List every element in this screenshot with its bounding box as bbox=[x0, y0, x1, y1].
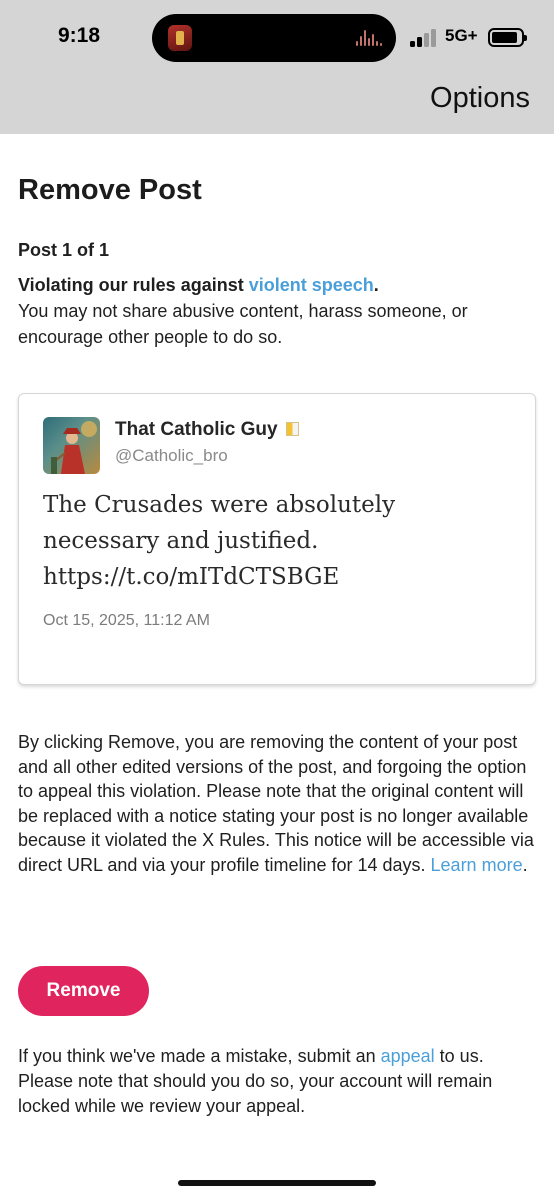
cellular-signal-icon bbox=[410, 29, 438, 47]
status-bar: 9:18 5G+ Options bbox=[0, 0, 554, 134]
learn-more-link[interactable]: Learn more bbox=[431, 855, 523, 875]
post-timestamp: Oct 15, 2025, 11:12 AM bbox=[43, 612, 210, 629]
home-indicator[interactable] bbox=[178, 1180, 376, 1186]
battery-icon bbox=[488, 28, 527, 47]
status-time: 9:18 bbox=[58, 24, 101, 47]
author-name-text: That Catholic Guy bbox=[115, 419, 278, 440]
dynamic-island bbox=[152, 14, 396, 62]
author-name[interactable]: That Catholic Guy bbox=[115, 419, 299, 441]
post-count: Post 1 of 1 bbox=[18, 240, 110, 260]
violent-speech-link[interactable]: violent speech bbox=[249, 275, 374, 295]
violation-suffix: . bbox=[373, 275, 379, 295]
avatar bbox=[43, 417, 100, 474]
disclaimer-end: . bbox=[522, 854, 528, 875]
appeal-prefix: If you think we've made a mistake, submi… bbox=[18, 1046, 381, 1066]
post-text: The Crusades were absolutely necessary a… bbox=[43, 492, 396, 590]
violation-prefix: Violating our rules against bbox=[18, 275, 249, 295]
appeal-link[interactable]: appeal bbox=[381, 1046, 435, 1066]
vatican-flag-icon bbox=[285, 422, 299, 436]
violation-description: You may not share abusive content, haras… bbox=[18, 301, 468, 347]
audio-wave-icon bbox=[356, 30, 382, 46]
appeal-note: If you think we've made a mistake, submi… bbox=[18, 1044, 540, 1119]
options-button[interactable]: Options bbox=[430, 82, 530, 115]
page-title: Remove Post bbox=[18, 174, 202, 206]
author-handle[interactable]: @Catholic_bro bbox=[115, 446, 228, 466]
live-activity-app-icon bbox=[168, 25, 192, 51]
removal-disclaimer: By clicking Remove, you are removing the… bbox=[18, 730, 540, 877]
violation-notice: Violating our rules against violent spee… bbox=[18, 272, 542, 350]
remove-button[interactable]: Remove bbox=[18, 966, 149, 1016]
disclaimer-text: By clicking Remove, you are removing the… bbox=[18, 732, 534, 875]
network-type: 5G+ bbox=[445, 26, 478, 45]
post-card: That Catholic Guy @Catholic_bro The Crus… bbox=[18, 393, 536, 685]
